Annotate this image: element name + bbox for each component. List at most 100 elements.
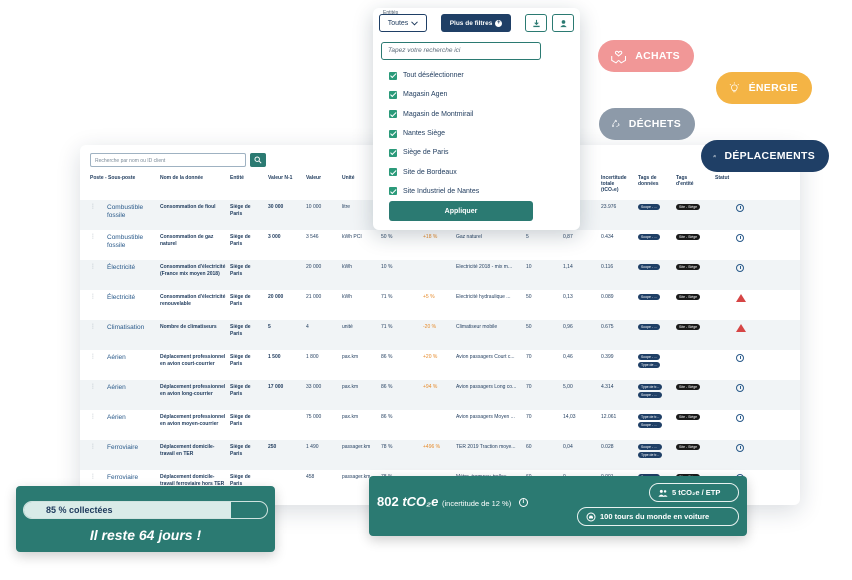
entity-option[interactable]: Site Industriel de Nantes xyxy=(389,182,479,201)
col-tags-entite[interactable]: Tags d'entité xyxy=(676,175,704,187)
table-search-button[interactable] xyxy=(250,153,266,167)
row-drag-icon[interactable]: ⋮ xyxy=(90,324,96,331)
row-drag-icon[interactable]: ⋮ xyxy=(90,414,96,421)
entity-tag-badge[interactable]: Site - Siège xyxy=(676,414,701,420)
checkbox[interactable] xyxy=(389,187,397,196)
cell-statut[interactable] xyxy=(736,204,744,215)
category-achats[interactable]: ACHATS xyxy=(598,40,694,72)
checkbox[interactable] xyxy=(389,168,397,177)
cell-tags-entite: Site - Siège xyxy=(676,384,701,390)
entity-option[interactable]: Tout désélectionner xyxy=(389,66,479,85)
category-energie-label: ÉNERGIE xyxy=(748,82,798,94)
tag-badge[interactable]: Scope - ... xyxy=(638,392,663,398)
tag-badge[interactable]: Scope - ... xyxy=(638,204,660,210)
cell-tags-donnees: Scope - ... xyxy=(638,324,660,330)
row-drag-icon[interactable]: ⋮ xyxy=(90,264,96,271)
entity-option[interactable]: Siège de Paris xyxy=(389,143,479,162)
col-valeur-n1[interactable]: Valeur N-1 xyxy=(268,175,292,181)
more-filters-button[interactable]: Plus de filtres + xyxy=(441,14,511,32)
cell-tags-donnees: Scope - ... xyxy=(638,204,660,210)
col-tags-donnees[interactable]: Tags de données xyxy=(638,175,666,187)
entity-option[interactable]: Magasin de Montmirail xyxy=(389,105,479,124)
cell-incertitude: 0.434 xyxy=(601,234,614,240)
col-incertitude[interactable]: Incertitude totale (tCO₂e) xyxy=(601,175,631,193)
cell-unite: passager.km xyxy=(342,474,371,480)
apply-button[interactable]: Appliquer xyxy=(389,201,533,221)
category-deplacements[interactable]: DÉPLACEMENTS xyxy=(701,140,829,172)
cell-incertitude: 0.116 xyxy=(601,264,614,270)
info-icon[interactable]: i xyxy=(518,498,528,508)
cell-completude: 71 % xyxy=(381,324,393,330)
col-poste[interactable]: Poste - Sous-poste xyxy=(90,175,135,181)
row-drag-icon[interactable]: ⋮ xyxy=(90,294,96,301)
entity-tag-badge[interactable]: Site - Siège xyxy=(676,384,701,390)
col-statut[interactable]: Statut xyxy=(715,175,729,181)
tag-badge[interactable]: Scope - ... xyxy=(638,324,660,330)
cell-variation: +496 % xyxy=(423,444,441,450)
col-nom[interactable]: Nom de la donnée xyxy=(160,175,203,181)
entity-tag-badge[interactable]: Site - Siège xyxy=(676,294,701,300)
table-row[interactable]: ⋮ Aérien Déplacement professionnel en avio… xyxy=(80,350,800,380)
row-drag-icon[interactable]: ⋮ xyxy=(90,474,96,481)
entity-tag-badge[interactable]: Site - Siège xyxy=(676,444,701,450)
cell-statut[interactable] xyxy=(736,264,744,275)
cell-statut[interactable] xyxy=(736,354,744,365)
cell-statut[interactable] xyxy=(736,324,746,335)
tag-badge[interactable]: Scope - ... xyxy=(638,444,663,450)
checkbox[interactable] xyxy=(389,129,397,138)
cell-statut[interactable] xyxy=(736,414,744,425)
download-button[interactable] xyxy=(525,14,547,32)
row-drag-icon[interactable]: ⋮ xyxy=(90,384,96,391)
table-row[interactable]: ⋮ Ferroviaire Déplacement domicile-travail… xyxy=(80,440,800,470)
table-row[interactable]: ⋮ Combustible fossile Consommation de gaz … xyxy=(80,230,800,260)
col-entite[interactable]: Entité xyxy=(230,175,244,181)
cell-valeur: 3 546 xyxy=(306,234,319,240)
tag-badge[interactable]: Type de tr... xyxy=(638,414,663,420)
checkbox[interactable] xyxy=(389,110,397,119)
entity-option[interactable]: Site de Bordeaux xyxy=(389,162,479,181)
entity-tag-badge[interactable]: Site - Siège xyxy=(676,324,701,330)
table-search-input[interactable]: Recherche par nom ou ID client xyxy=(90,153,246,167)
row-drag-icon[interactable]: ⋮ xyxy=(90,444,96,451)
table-row[interactable]: ⋮ Aérien Déplacement professionnel en avio… xyxy=(80,410,800,440)
tag-badge[interactable]: Type de ... xyxy=(638,362,661,368)
tag-badge[interactable]: Scope - ... xyxy=(638,264,660,270)
row-drag-icon[interactable]: ⋮ xyxy=(90,204,96,211)
cell-nom: Consommation d'électricité renouvelable xyxy=(160,294,226,307)
entites-select[interactable]: Toutes xyxy=(379,14,427,32)
entity-option[interactable]: Magasin Agen xyxy=(389,85,479,104)
entity-tag-badge[interactable]: Site - Siège xyxy=(676,204,701,210)
recycle-icon xyxy=(612,119,620,128)
entity-tag-badge[interactable]: Site - Siège xyxy=(676,234,701,240)
category-energie[interactable]: ÉNERGIE xyxy=(716,72,812,104)
cell-statut[interactable] xyxy=(736,384,744,395)
entity-option[interactable]: Nantes Siège xyxy=(389,124,479,143)
row-drag-icon[interactable]: ⋮ xyxy=(90,354,96,361)
table-row[interactable]: ⋮ Électricité Consommation d'électricité r… xyxy=(80,290,800,320)
row-drag-icon[interactable]: ⋮ xyxy=(90,234,96,241)
cell-statut[interactable] xyxy=(736,444,744,455)
checkbox[interactable] xyxy=(389,148,397,157)
col-valeur[interactable]: Valeur xyxy=(306,175,321,181)
user-button[interactable] xyxy=(552,14,574,32)
clock-icon xyxy=(736,234,744,242)
col-unite[interactable]: Unité xyxy=(342,175,355,181)
cell-statut[interactable] xyxy=(736,294,746,305)
table-row[interactable]: ⋮ Climatisation Nombre de climatiseurs Sièg… xyxy=(80,320,800,350)
cell-unite: pax.km xyxy=(342,354,359,360)
tag-badge[interactable]: Scope - ... xyxy=(638,234,660,240)
tag-badge[interactable]: Scope - ... xyxy=(638,422,663,428)
entity-search-input[interactable]: Tapez votre recherche ici xyxy=(381,42,541,60)
tag-badge[interactable]: Type de tr... xyxy=(638,384,663,390)
checkbox[interactable] xyxy=(389,71,397,80)
checkbox[interactable] xyxy=(389,90,397,99)
tag-badge[interactable]: Scope - ... xyxy=(638,294,660,300)
category-dechets[interactable]: DÉCHETS xyxy=(599,108,695,140)
tag-badge[interactable]: Type de tr... xyxy=(638,452,663,458)
entity-tag-badge[interactable]: Site - Siège xyxy=(676,264,701,270)
table-row[interactable]: ⋮ Électricité Consommation d'électricité (… xyxy=(80,260,800,290)
cell-statut[interactable] xyxy=(736,234,744,245)
table-row[interactable]: ⋮ Aérien Déplacement professionnel en avio… xyxy=(80,380,800,410)
tag-badge[interactable]: Scope - ... xyxy=(638,354,661,360)
cell-qualite: 10 xyxy=(526,264,532,270)
